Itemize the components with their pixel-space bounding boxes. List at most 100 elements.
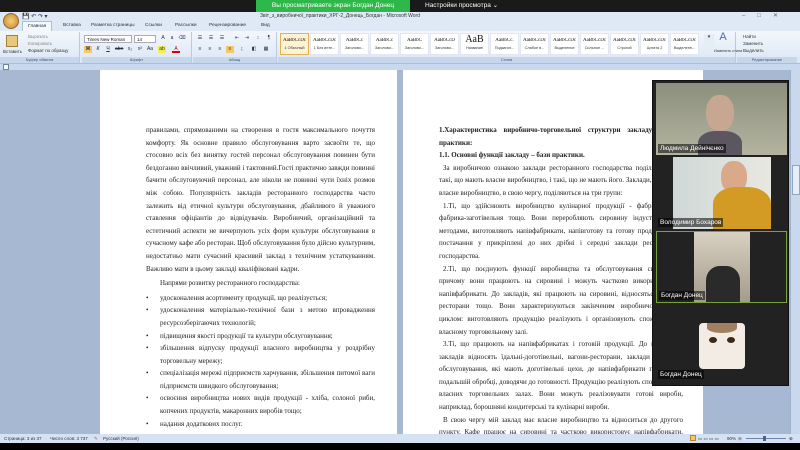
zoom-slider[interactable] [746,438,786,439]
body-paragraph: правилами, спрямованими на створення в г… [146,126,375,273]
view-options-button[interactable]: Настройки просмотра ⌄ [425,0,498,12]
change-styles-icon[interactable]: A [716,32,730,46]
style-item[interactable]: AaBbCcDc Сильное ... [580,33,609,55]
word-count[interactable]: Число слов: 3 737 [50,434,88,443]
gallery-scroll-icon[interactable]: ▾ [704,34,714,54]
bullet-item: надання додаткових послуг. [146,418,375,431]
page-left[interactable]: правилами, спрямованими на створення в г… [100,70,397,434]
bold-icon[interactable]: Ж [84,46,92,53]
tab-1[interactable]: Вставка [58,21,86,31]
cat-avatar [699,323,745,369]
highlight-icon[interactable]: ab [158,46,166,53]
sort-icon[interactable]: ↕ [254,35,262,42]
scroll-thumb[interactable] [792,165,800,195]
status-bar: Страница: 3 из 37 Число слов: 3 737 ✎ Ру… [0,434,800,443]
clear-format-icon[interactable]: ⌫ [178,35,186,42]
participant-video [706,95,734,131]
zoom-in-icon[interactable]: ⊕ [789,434,793,443]
tab-6[interactable]: Вид [256,21,275,31]
font-color-icon[interactable]: A [172,46,180,53]
participant-tile[interactable]: Богдан Донец [656,309,787,381]
strikethrough-icon[interactable]: abe [115,46,123,53]
style-item[interactable]: AaBbCc Заголово... [370,33,399,55]
select-button[interactable]: Выделить [743,48,764,53]
shading-icon[interactable]: ◧ [250,46,258,53]
multilevel-list-icon[interactable]: ☰ [218,35,226,42]
numbering-icon[interactable]: ☰ [207,35,215,42]
page-count[interactable]: Страница: 3 из 37 [4,434,41,443]
body-paragraph: 1.Ті, що здійснюють виробництво кулінарн… [439,201,683,260]
bullet-item: удосконалення матеріально-технічної бази… [146,304,375,329]
decrease-indent-icon[interactable]: ⇤ [233,35,241,42]
format-painter-button[interactable]: Формат по образцу [28,48,68,53]
justify-icon[interactable]: ≡ [226,46,234,53]
style-item[interactable]: AaBbCcDc 1 Без инте... [310,33,339,55]
style-name: Выделенн... [673,46,696,50]
change-case-icon[interactable]: Aa [146,46,154,53]
style-sample: AaBbCcDc [282,38,307,43]
style-name: Выделение [554,46,575,50]
bullet-item: спеціалізація мережі підприємств харчува… [146,367,375,392]
copy-button[interactable]: Копировать [28,41,52,46]
style-item[interactable]: AaBbCcDc 1 Обычный [280,33,309,55]
tab-5[interactable]: Рецензирование [204,21,251,31]
print-layout-icon[interactable] [690,435,696,441]
style-item[interactable]: AaBbCcDc Слабое в... [520,33,549,55]
font-size-select[interactable]: 14 [134,35,156,43]
replace-button[interactable]: Заменить [743,41,763,46]
show-marks-icon[interactable]: ¶ [265,35,273,42]
bullets-icon[interactable]: ☰ [196,35,204,42]
style-item[interactable]: AaBbC Заголово... [400,33,429,55]
language[interactable]: Русский (Россия) [103,434,139,443]
style-item[interactable]: AaBbCcDc Выделенн... [670,33,699,55]
style-item[interactable]: AaBbCcDc Строгий [610,33,639,55]
increase-indent-icon[interactable]: ⇥ [243,35,251,42]
style-item[interactable]: AaB Название [460,33,489,55]
style-name: Сильное ... [584,46,605,50]
paste-icon[interactable] [6,35,18,47]
find-button[interactable]: Найти [743,34,756,39]
participant-tile[interactable]: Людмила Дейнічєнко [656,83,787,155]
style-sample: AaBbCcDc [672,38,697,43]
zoom-slider-thumb[interactable] [763,436,766,441]
paste-button[interactable]: Вставить [3,49,22,54]
style-item[interactable]: AaBbCcDc Выделение [550,33,579,55]
window-controls[interactable]: –□✕ [742,12,790,19]
tab-3[interactable]: Ссылки [140,21,167,31]
shrink-font-icon[interactable]: a [168,35,176,42]
style-sample: AaBbCcDc [612,38,637,43]
italic-icon[interactable]: К [94,46,102,53]
style-item[interactable]: AaBbCcDc Цитата 2 [640,33,669,55]
participant-name: Богдан Донец [658,370,704,379]
style-item[interactable]: AaBbCcD Заголово... [430,33,459,55]
align-left-icon[interactable]: ≡ [196,46,204,53]
tab-2[interactable]: Разметка страницы [86,21,140,31]
align-right-icon[interactable]: ≡ [216,46,224,53]
participant-tile[interactable]: Володимир Бохаров [656,157,787,229]
participant-tile-active-speaker[interactable]: Богдан Донец [656,231,787,303]
office-button[interactable] [3,13,19,29]
section-subheading: 1.1. Основні функції закладу – бази прак… [439,151,585,160]
bullet-item: підвищення якості продукції та культури … [146,330,375,343]
styles-group: AaBbCcDc 1 Обычный AaBbCcDc 1 Без инте... Aa… [278,32,742,63]
quick-access-toolbar[interactable]: 💾 ↶ ↷ ▾ [22,13,48,20]
spelling-icon[interactable]: ✎ [94,434,98,443]
tab-4[interactable]: Рассылки [170,21,202,31]
superscript-icon[interactable]: x² [136,46,144,53]
font-name-select[interactable]: Times New Roman [84,35,132,43]
ribbon-tabs: Главная Вставка Разметка страницы Ссылки Рас… [0,21,800,31]
underline-icon[interactable]: Ч [104,46,112,53]
line-spacing-icon[interactable]: ↨ [238,46,246,53]
tab-0[interactable]: Главная [22,21,53,31]
grow-font-icon[interactable]: A [159,35,167,42]
style-item[interactable]: AaBbCc. Подзагол... [490,33,519,55]
cut-button[interactable]: Вырезать [28,34,48,39]
vertical-scrollbar[interactable] [790,70,800,434]
borders-icon[interactable]: ▦ [262,46,270,53]
zoom-level[interactable]: 90% [727,434,736,443]
subscript-icon[interactable]: x₂ [126,46,134,53]
view-icons[interactable]: ▭ ▭ ▭ ▭ [698,434,719,443]
align-center-icon[interactable]: ≡ [206,46,214,53]
style-item[interactable]: AaBbCc Заголово... [340,33,369,55]
zoom-out-icon[interactable]: ⊖ [738,434,742,443]
